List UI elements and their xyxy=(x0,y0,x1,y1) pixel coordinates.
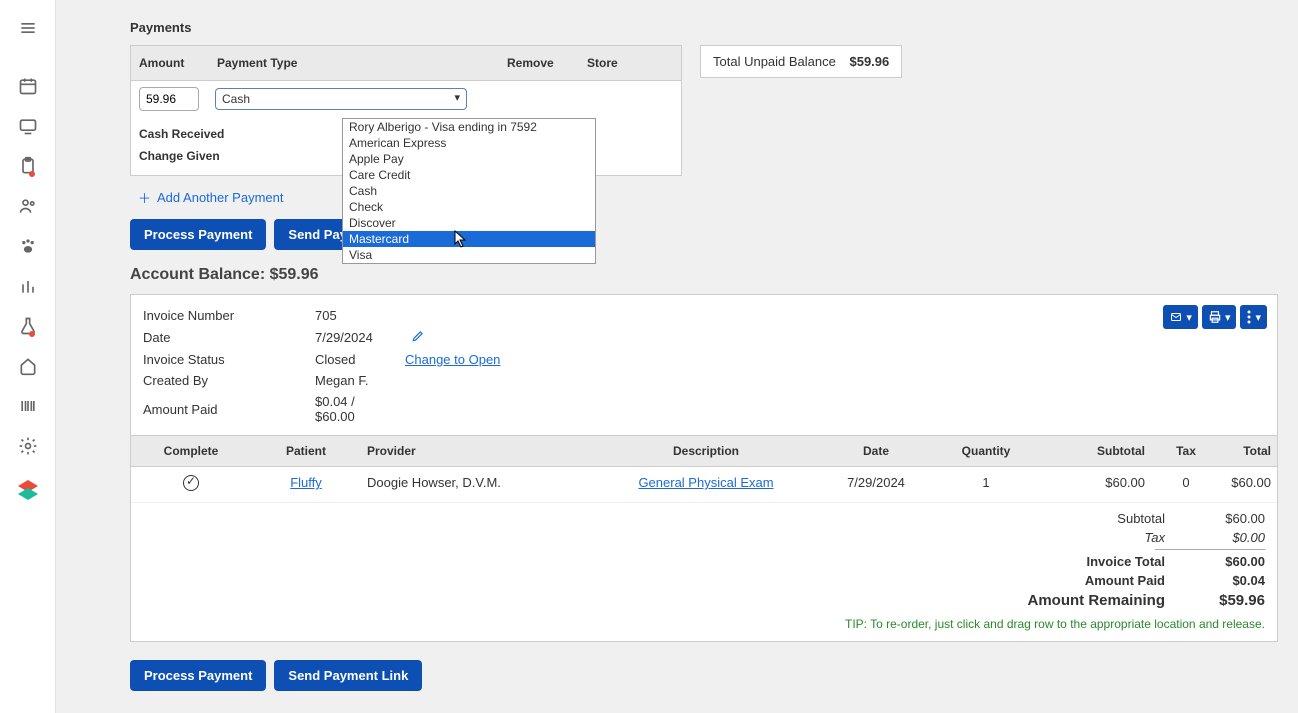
amount-remaining-label: Amount Remaining xyxy=(965,592,1165,609)
invoice-total-label: Invoice Total xyxy=(965,554,1165,569)
invoice-box: ▾ ▾ ▾ Invoice Number705 Date7/29/2024 In… xyxy=(130,294,1278,642)
more-actions-button[interactable]: ▾ xyxy=(1240,305,1267,329)
payment-type-option[interactable]: Mastercard xyxy=(343,231,595,247)
invoice-status-value: Closed xyxy=(315,352,405,367)
amount-paid-total-value: $0.04 xyxy=(1165,573,1265,588)
amount-paid-part1: $0.04 / xyxy=(315,394,355,409)
chevron-down-icon: ▾ xyxy=(1225,311,1231,324)
provider-cell: Doogie Howser, D.V.M. xyxy=(361,467,591,502)
amount-paid-part2: $60.00 xyxy=(315,409,355,424)
amount-remaining-value: $59.96 xyxy=(1165,592,1265,609)
line-qty: 1 xyxy=(931,467,1041,502)
created-by-value: Megan F. xyxy=(315,373,405,388)
chevron-down-icon: ▾ xyxy=(1186,311,1192,324)
add-another-payment[interactable]: ＋ Add Another Payment xyxy=(130,176,1278,215)
print-button[interactable]: ▾ xyxy=(1202,305,1237,329)
payments-title: Payments xyxy=(130,20,1278,35)
edit-date-icon[interactable] xyxy=(411,329,425,346)
totals-block: Subtotal$60.00 Tax$0.00 Invoice Total$60… xyxy=(131,503,1277,641)
plus-icon: ＋ xyxy=(138,188,151,207)
account-balance: Account Balance: $59.96 xyxy=(130,266,1278,284)
main-content: Payments Amount Payment Type Remove Stor… xyxy=(56,0,1298,713)
th-date: Date xyxy=(821,436,931,466)
monitor-icon[interactable] xyxy=(8,106,48,146)
payment-type-option[interactable]: Apple Pay xyxy=(343,151,595,167)
unpaid-amount: $59.96 xyxy=(849,54,889,69)
send-payment-link-button-bottom[interactable]: Send Payment Link xyxy=(274,660,422,691)
payment-type-option[interactable]: Check xyxy=(343,199,595,215)
unpaid-balance-box: Total Unpaid Balance $59.96 xyxy=(700,45,902,78)
invoice-number-value: 705 xyxy=(315,308,405,323)
invoice-number-label: Invoice Number xyxy=(143,308,315,323)
th-subtotal: Subtotal xyxy=(1041,436,1151,466)
payment-type-select[interactable]: Cash xyxy=(215,88,467,110)
line-subtotal: $60.00 xyxy=(1041,467,1151,502)
clipboard-icon[interactable] xyxy=(8,146,48,186)
flask-icon[interactable] xyxy=(8,306,48,346)
th-description: Description xyxy=(591,436,821,466)
th-complete: Complete xyxy=(131,436,251,466)
line-date: 7/29/2024 xyxy=(821,467,931,502)
change-to-open-link[interactable]: Change to Open xyxy=(405,352,500,367)
payment-type-option[interactable]: Visa xyxy=(343,247,595,263)
invoice-total-value: $60.00 xyxy=(1165,554,1265,569)
unpaid-label: Total Unpaid Balance xyxy=(713,54,836,69)
payment-type-option[interactable]: Rory Alberigo - Visa ending in 7592 xyxy=(343,119,595,135)
line-items-table: Complete Patient Provider Description Da… xyxy=(131,435,1277,503)
subtotal-label: Subtotal xyxy=(965,511,1165,526)
people-icon[interactable] xyxy=(8,186,48,226)
process-payment-button-top[interactable]: Process Payment xyxy=(130,219,266,250)
th-provider: Provider xyxy=(361,436,591,466)
payment-type-option[interactable]: Discover xyxy=(343,215,595,231)
paw-icon[interactable] xyxy=(8,226,48,266)
reorder-tip: TIP: To re-order, just click and drag ro… xyxy=(143,611,1265,631)
add-another-label: Add Another Payment xyxy=(157,190,283,205)
chart-icon[interactable] xyxy=(8,266,48,306)
created-by-label: Created By xyxy=(143,373,315,388)
subtotal-value: $60.00 xyxy=(1165,511,1265,526)
payment-type-option[interactable]: Care Credit xyxy=(343,167,595,183)
tax-value: $0.00 xyxy=(1165,530,1265,545)
chevron-down-icon: ▾ xyxy=(1255,311,1261,324)
line-tax: 0 xyxy=(1151,467,1221,502)
amount-paid-total-label: Amount Paid xyxy=(965,573,1165,588)
gear-icon[interactable] xyxy=(8,426,48,466)
app-logo xyxy=(16,478,40,502)
home-icon[interactable] xyxy=(8,346,48,386)
invoice-status-label: Invoice Status xyxy=(143,352,315,367)
invoice-date-label: Date xyxy=(143,330,315,345)
invoice-date-value: 7/29/2024 xyxy=(315,330,405,345)
tax-label: Tax xyxy=(965,530,1165,545)
line-item-row[interactable]: Fluffy Doogie Howser, D.V.M. General Phy… xyxy=(131,467,1277,503)
sidebar xyxy=(0,0,56,713)
th-quantity: Quantity xyxy=(931,436,1041,466)
th-tax: Tax xyxy=(1151,436,1221,466)
process-payment-button-bottom[interactable]: Process Payment xyxy=(130,660,266,691)
amount-paid-label: Amount Paid xyxy=(143,402,315,417)
payment-type-dropdown[interactable]: Rory Alberigo - Visa ending in 7592Ameri… xyxy=(342,118,596,264)
col-remove: Remove xyxy=(499,46,579,80)
menu-toggle[interactable] xyxy=(8,8,48,48)
col-store: Store xyxy=(579,46,681,80)
col-type: Payment Type xyxy=(209,46,499,80)
patient-link[interactable]: Fluffy xyxy=(290,475,322,490)
email-button[interactable]: ▾ xyxy=(1163,305,1198,329)
payment-type-option[interactable]: American Express xyxy=(343,135,595,151)
calendar-icon[interactable] xyxy=(8,66,48,106)
complete-checkmark-icon xyxy=(183,475,199,491)
th-patient: Patient xyxy=(251,436,361,466)
barcode-icon[interactable] xyxy=(8,386,48,426)
col-amount: Amount xyxy=(131,46,209,80)
th-total: Total xyxy=(1221,436,1277,466)
description-link[interactable]: General Physical Exam xyxy=(638,475,773,490)
line-total: $60.00 xyxy=(1221,467,1277,502)
payment-type-option[interactable]: Cash xyxy=(343,183,595,199)
amount-input[interactable] xyxy=(139,87,199,111)
